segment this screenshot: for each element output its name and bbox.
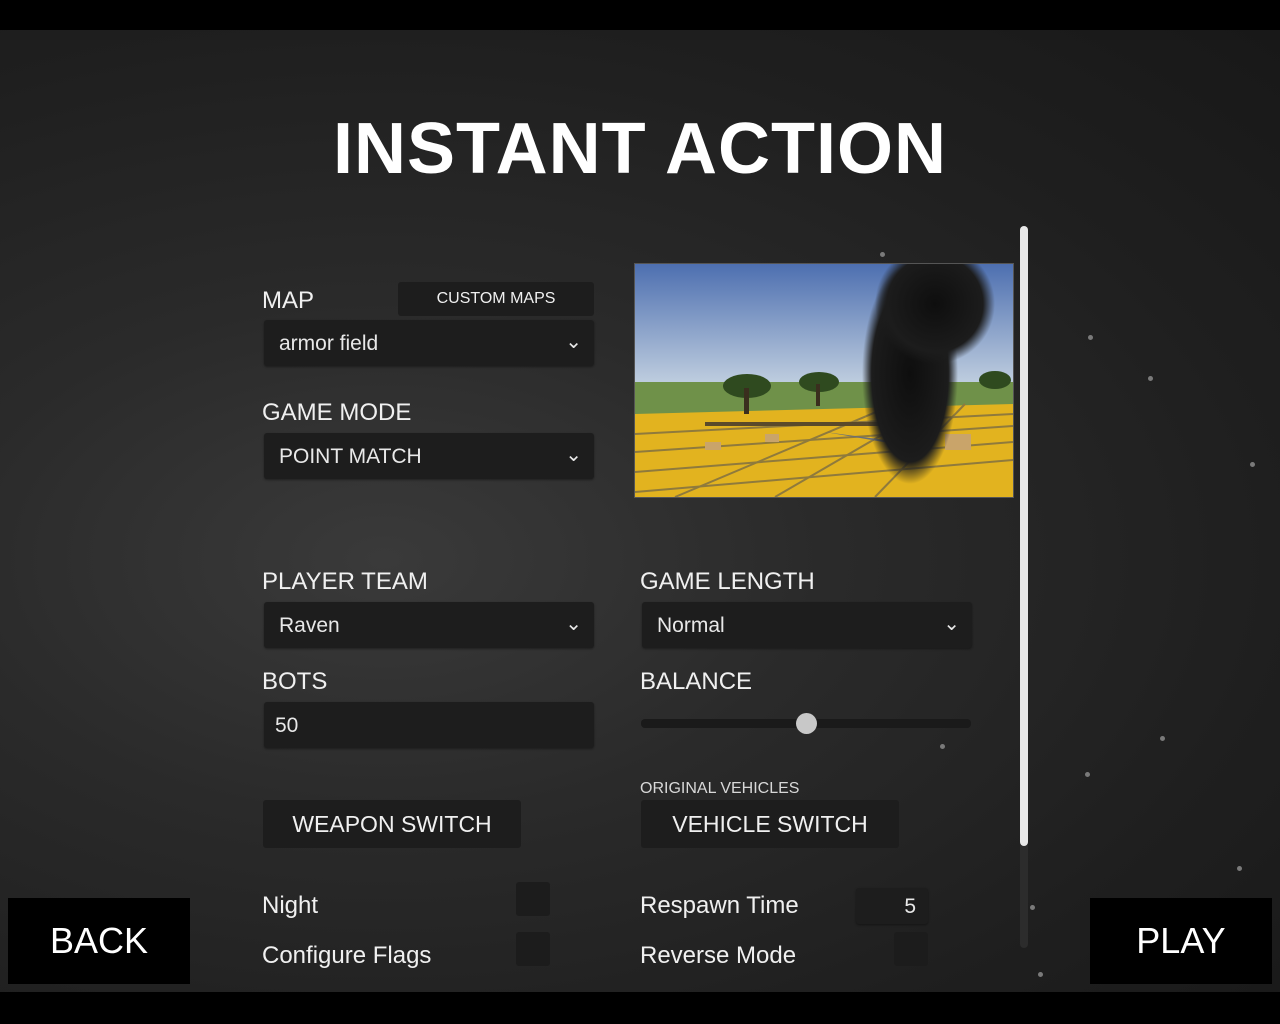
custom-maps-label: CUSTOM MAPS (436, 290, 556, 307)
chevron-down-icon: ⌄ (943, 613, 960, 635)
chevron-down-icon: ⌄ (565, 613, 582, 635)
game-mode-label: GAME MODE (262, 399, 412, 426)
dust-particle (1038, 972, 1043, 977)
dust-particle (880, 252, 885, 257)
map-label: MAP (262, 287, 315, 314)
game-mode-selected: POINT MATCH (279, 445, 422, 468)
night-toggle[interactable] (516, 882, 550, 916)
play-button[interactable]: PLAY (1090, 898, 1272, 984)
map-preview-image (634, 263, 1014, 498)
original-vehicles-caption: ORIGINAL VEHICLES (640, 780, 800, 797)
dust-particle (1148, 376, 1153, 381)
configure-flags-label: Configure Flags (262, 942, 432, 969)
player-team-label: PLAYER TEAM (262, 568, 428, 595)
page-title: INSTANT ACTION (333, 109, 947, 189)
weapon-switch-button[interactable]: WEAPON SWITCH (263, 800, 521, 848)
game-length-selected: Normal (657, 614, 725, 637)
player-team-dropdown[interactable]: Raven ⌄ (264, 602, 594, 648)
game-length-label: GAME LENGTH (640, 568, 815, 595)
bots-value: 50 (275, 714, 299, 737)
dust-particle (1085, 772, 1090, 777)
back-button[interactable]: BACK (8, 898, 190, 984)
player-team-selected: Raven (279, 614, 340, 637)
bots-input[interactable]: 50 (264, 702, 594, 748)
map-selected: armor field (279, 332, 379, 355)
dust-particle (1160, 736, 1165, 741)
respawn-time-input[interactable]: 5 (856, 888, 928, 924)
dust-particle (940, 744, 945, 749)
vehicle-switch-button[interactable]: VEHICLE SWITCH (641, 800, 899, 848)
chevron-down-icon: ⌄ (565, 331, 582, 353)
configure-flags-toggle[interactable] (516, 932, 550, 966)
night-label: Night (262, 892, 319, 919)
vehicle-switch-label: VEHICLE SWITCH (672, 811, 868, 837)
back-label: BACK (49, 920, 149, 961)
balance-label: BALANCE (640, 668, 753, 695)
game-mode-dropdown[interactable]: POINT MATCH ⌄ (264, 433, 594, 479)
reverse-mode-label: Reverse Mode (640, 942, 797, 969)
balance-slider-handle[interactable] (795, 713, 817, 734)
dust-particle (1237, 866, 1242, 871)
respawn-time-value: 5 (904, 895, 916, 918)
custom-maps-button[interactable]: CUSTOM MAPS (398, 282, 594, 316)
scrollbar-thumb[interactable] (1020, 226, 1028, 846)
map-dropdown[interactable]: armor field ⌄ (264, 320, 594, 366)
bots-label: BOTS (262, 668, 328, 695)
dust-particle (1030, 905, 1035, 910)
weapon-switch-label: WEAPON SWITCH (292, 811, 492, 837)
respawn-time-label: Respawn Time (640, 892, 799, 919)
game-length-dropdown[interactable]: Normal ⌄ (642, 602, 972, 648)
reverse-mode-toggle[interactable] (894, 932, 928, 966)
dust-particle (1088, 335, 1093, 340)
play-label: PLAY (1136, 920, 1226, 961)
chevron-down-icon: ⌄ (565, 444, 582, 466)
dust-particle (1250, 462, 1255, 467)
